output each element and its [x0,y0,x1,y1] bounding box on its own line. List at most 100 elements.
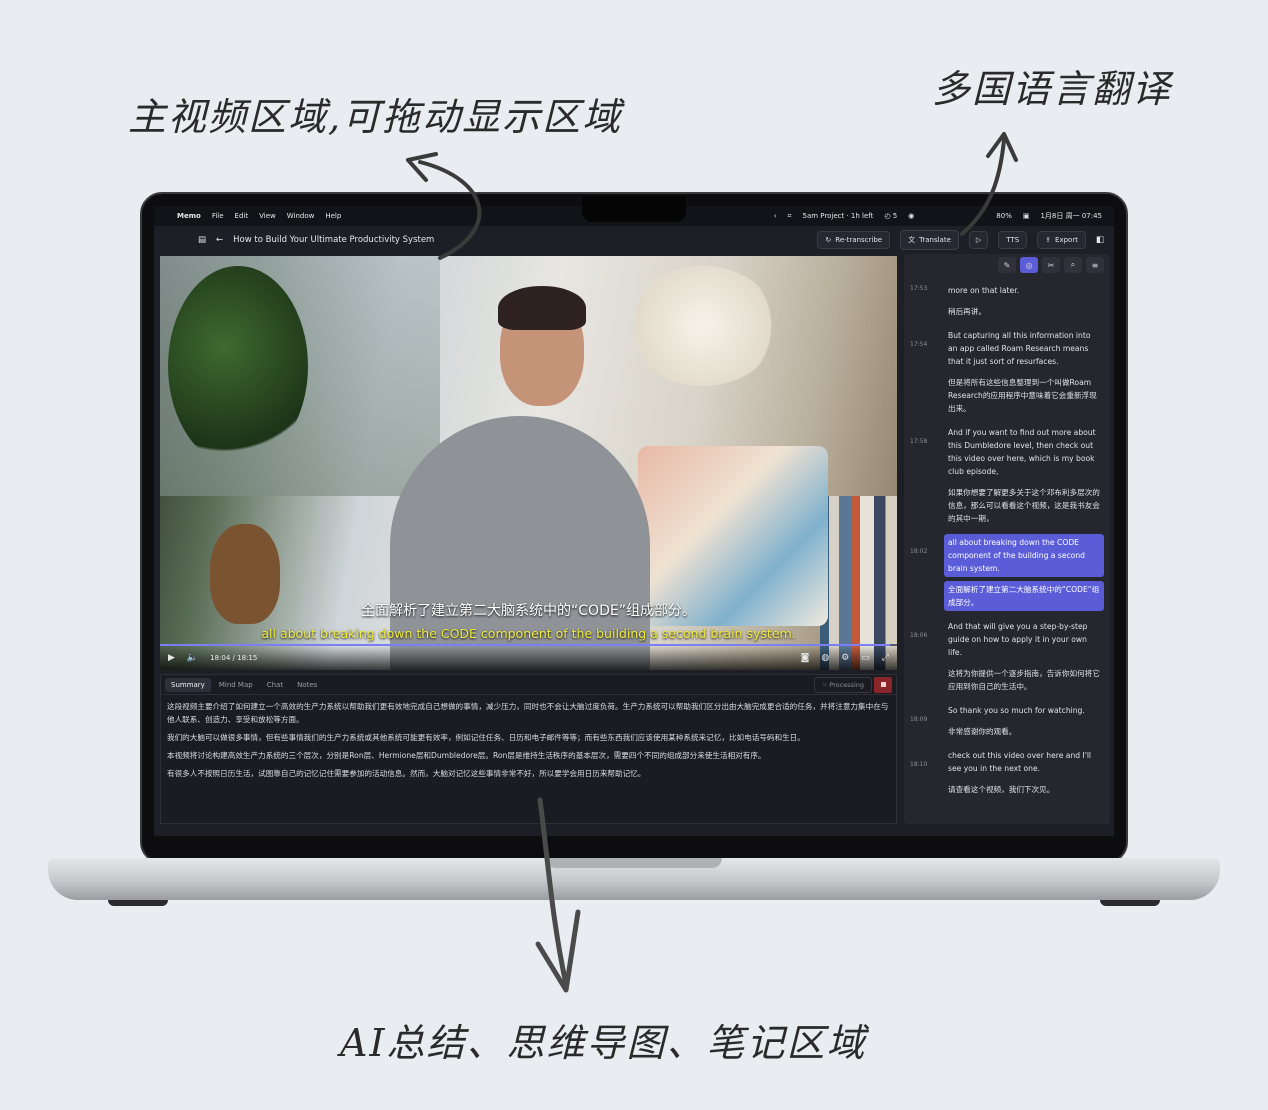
tab-notes[interactable]: Notes [291,678,323,692]
summary-paragraph: 我们的大脑可以做很多事情，但有些事情我们的生产力系统或其他系统可能更有效率，例如… [167,733,805,742]
transcript-line-translation[interactable]: 这将为你提供一个逐步指南，告诉你如何将它应用到你自己的生活中。 [944,665,1104,695]
palette-icon[interactable]: ◍ [821,653,829,663]
search-icon[interactable]: ⌕ [1064,257,1082,273]
transcript-segment[interactable]: 18:09 So thank you so much for watching. 非… [910,702,1104,744]
laptop-base-notch [546,858,722,868]
menu-file[interactable]: File [212,212,224,220]
transcript-timestamp[interactable]: 18:06 [910,618,938,699]
transcript-line-translation[interactable]: 全面解析了建立第二大脑系统中的“CODE”组成部分。 [944,581,1104,611]
tab-chat[interactable]: Chat [261,678,289,692]
location-icon[interactable]: ◎ [1020,257,1038,273]
transcript-timestamp[interactable]: 18:09 [910,702,938,744]
transcript-segment[interactable]: 18:06 And that will give you a step-by-st… [910,618,1104,699]
tab-summary[interactable]: Summary [165,677,211,692]
retranscribe-button[interactable]: ↻ Re-transcribe [817,231,891,249]
arrowhead-main-video [406,152,438,182]
menubar-datetime[interactable]: 1月8日 周一 07:45 [1040,211,1102,221]
transcript-segment[interactable]: 17:58 And if you want to find out more ab… [910,424,1104,531]
play-tts-button[interactable]: ▷ [968,231,989,249]
settings-icon[interactable]: ⚙ [841,653,849,663]
arrowhead-translate [986,132,1018,162]
transcript-tools: ✎ ◎ ✂ ⌕ ≡ [904,254,1110,276]
summary-paragraph: 有很多人不按照日历生活，试图靠自己的记忆记住需要参加的活动信息。然而，大脑对记忆… [167,769,646,778]
transcript-timestamp[interactable]: 17:58 [910,424,938,531]
processing-status: ⁙ Processing [813,676,872,693]
menu-window[interactable]: Window [287,212,315,220]
transcript-segment[interactable]: 17:54 But capturing all this information … [910,327,1104,421]
transcript-line-original[interactable]: So thank you so much for watching. [944,702,1104,719]
summary-paragraph: 这段视频主要介绍了如何建立一个高效的生产力系统以帮助我们更有效地完成自己想做的事… [167,702,889,724]
transcript-line-original[interactable]: check out this video over here and I'll … [944,747,1104,777]
transcript-segment[interactable]: 18:10 check out this video over here and … [910,747,1104,802]
camera-notch [582,196,686,222]
ai-panel: Summary Mind Map Chat Notes ⁙ Processing… [160,674,897,824]
chevron-left-icon[interactable]: ‹ [774,212,777,220]
summary-content: 这段视频主要介绍了如何建立一个高效的生产力系统以帮助我们更有效地完成自己想做的事… [161,695,896,780]
video-time: 18:04 / 18:15 [210,654,258,662]
transcript-timestamp[interactable]: 17:54 [910,327,938,421]
laptop-foot-right [1100,900,1160,906]
scissors-icon[interactable]: ✂ [1042,257,1060,273]
video-laptop [638,446,828,626]
sidebar-toggle-icon[interactable]: ▤ [198,235,206,245]
transcript-timestamp[interactable]: 18:02 [910,534,938,615]
app-toolbar: ▤ ← How to Build Your Ultimate Productiv… [154,226,1114,254]
transcript-line-translation[interactable]: 如果你想要了解更多关于这个邓布利多层次的信息，那么可以看看这个视频，这是我书友会… [944,484,1104,527]
panel-tabs: Summary Mind Map Chat Notes ⁙ Processing [161,675,896,695]
tts-button[interactable]: TTS [998,231,1028,249]
export-label: Export [1055,236,1078,244]
stop-icon [880,682,886,687]
transcript-line-translation[interactable]: 请查看这个视频，我们下次见。 [944,781,1104,798]
transcript-line-original[interactable]: And that will give you a step-by-step gu… [944,618,1104,661]
video-plant [168,266,308,466]
export-icon: ⇪ [1045,236,1052,244]
control-center-icon[interactable]: ▣ [1023,212,1030,220]
processing-label: Processing [829,680,864,689]
summary-paragraph: 本视频将讨论构建高效生产力系统的三个层次，分别是Ron层、Hermione层和D… [167,751,766,760]
wechat-icon[interactable]: ◉ [908,212,914,220]
transcript-line-original[interactable]: But capturing all this information into … [944,327,1104,370]
tag-icon[interactable]: ⌗ [788,212,792,221]
menu-view[interactable]: View [259,212,276,220]
transcript-line-translation[interactable]: 非常感谢你的观看。 [944,723,1104,740]
play-icon: ▷ [975,236,982,244]
translate-button[interactable]: 文 Translate [900,230,959,250]
laptop-foot-left [108,900,168,906]
video-player[interactable]: 全面解析了建立第二大脑系统中的“CODE”组成部分。 all about bre… [160,256,897,670]
tab-mind-map[interactable]: Mind Map [213,678,259,692]
export-button[interactable]: ⇪ Export [1037,231,1086,249]
video-title: How to Build Your Ultimate Productivity … [233,235,435,245]
transcript-timestamp[interactable]: 17:53 [910,282,938,324]
menu-help[interactable]: Help [325,212,341,220]
annotation-main-video: 主视频区域,可拖动显示区域 [128,95,623,139]
list-icon[interactable]: ≡ [1086,257,1104,273]
transcript-timestamp[interactable]: 18:10 [910,747,938,802]
transcript-line-original[interactable]: all about breaking down the CODE compone… [944,534,1104,577]
theater-mode-icon[interactable]: ▭ [861,653,870,663]
transcript-line-original[interactable]: more on that later. [944,282,1104,299]
transcript-sidebar: ✎ ◎ ✂ ⌕ ≡ 17:53 more on that later. 稍后再讲。 1… [904,254,1110,824]
subtitle-chinese: 全面解析了建立第二大脑系统中的“CODE”组成部分。 [361,603,696,619]
video-person-hair [498,286,586,330]
fullscreen-icon[interactable]: ⤢ [882,653,889,663]
transcript-segment[interactable]: 18:02 all about breaking down the CODE co… [910,534,1104,615]
translate-icon: 文 [908,236,916,244]
menu-app-name[interactable]: Memo [177,212,201,220]
refresh-icon: ↻ [825,236,832,244]
transcript-line-original[interactable]: And if you want to find out more about t… [944,424,1104,480]
tasks-icon[interactable]: ◴ 5 [884,212,897,220]
tasks-count: 5 [892,212,898,220]
project-status[interactable]: 5am Project · 1h left [802,212,873,220]
transcript-segment[interactable]: 17:53 more on that later. 稍后再讲。 [910,282,1104,324]
camera-icon[interactable]: ◙ [801,653,810,663]
transcript-line-translation[interactable]: 稍后再讲。 [944,303,1104,320]
battery-status[interactable]: 80% [996,212,1012,220]
edit-icon[interactable]: ✎ [998,257,1016,273]
stop-button[interactable] [874,676,892,693]
volume-icon[interactable]: 🔈 [187,653,198,663]
menu-edit[interactable]: Edit [235,212,249,220]
play-icon[interactable]: ▶ [168,653,175,663]
transcript-line-translation[interactable]: 但是将所有这些信息整理到一个叫做Roam Research的应用程序中意味着它会… [944,374,1104,417]
back-arrow-icon[interactable]: ← [216,235,223,245]
right-panel-toggle-icon[interactable]: ◧ [1096,235,1104,245]
